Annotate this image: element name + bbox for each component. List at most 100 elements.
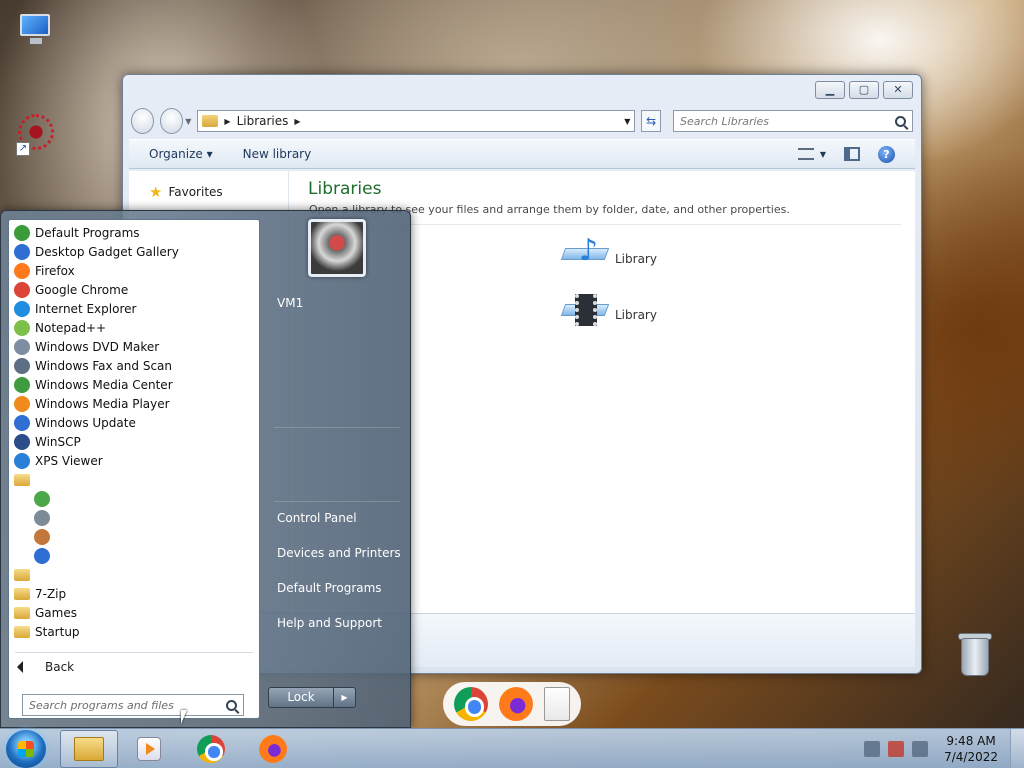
lock-button[interactable]: Lock [268,687,334,708]
lock-button-group: Lock ▶ [268,687,356,708]
refresh-button[interactable]: ⇆ [641,110,661,132]
breadcrumb-arrow-icon[interactable]: ▶ [224,117,230,126]
recent-pages-dropdown[interactable]: ▼ [185,117,191,126]
program-item[interactable]: WinSCP [9,432,259,451]
close-button[interactable]: ✕ [883,81,913,99]
default-programs-link[interactable]: Default Programs [277,581,382,595]
address-dropdown-icon[interactable]: ▼ [624,117,630,126]
search-icon[interactable] [226,699,237,711]
program-item[interactable]: Windows Fax and Scan [9,356,259,375]
library-item-music[interactable]: ♪ Library [560,236,657,282]
program-item[interactable] [9,489,259,508]
taskbar-chrome[interactable] [182,730,240,768]
program-item[interactable] [9,508,259,527]
computer-desktop-icon[interactable] [14,8,58,52]
folder-icon [14,587,30,600]
notepad-plus-icon [14,319,30,336]
all-programs-pane: Default Programs Desktop Gadget Gallery Fi… [8,219,260,719]
program-item[interactable]: Games [9,603,259,622]
user-accounts-icon [34,528,50,545]
firefox-icon [259,735,287,763]
program-item[interactable]: XPS Viewer [9,451,259,470]
firefox-icon[interactable] [498,687,533,721]
breadcrumb-arrow-icon[interactable]: ▶ [294,117,300,126]
show-desktop-button[interactable] [1010,729,1024,768]
program-item[interactable]: Windows Update [9,413,259,432]
view-dropdown-icon[interactable]: ▼ [820,150,826,159]
change-view-icon[interactable] [797,148,814,160]
libraries-folder-icon [202,115,219,127]
network-icon[interactable] [864,741,880,757]
program-item[interactable]: Firefox [9,261,259,280]
explorer-search [673,110,913,132]
program-item[interactable]: Windows Media Player [9,394,259,413]
command-bar: Organize ▾ New library ▼ ? [129,139,915,169]
back-button[interactable]: Back [17,660,74,674]
recycle-bin-icon[interactable] [956,630,994,678]
library-item-videos[interactable]: Library [560,292,657,338]
dvd-maker-icon [14,338,30,355]
program-label: Notepad++ [35,320,107,335]
action-center-icon[interactable] [888,741,904,757]
usb-device-icon [34,509,50,526]
page-title: Libraries [308,179,382,199]
program-item[interactable] [9,527,259,546]
address-bar[interactable]: ▶ Libraries ▶ ▼ [197,110,636,132]
program-label: Firefox [35,263,75,278]
program-item[interactable]: Desktop Gadget Gallery [9,242,259,261]
volume-icon[interactable] [912,741,928,757]
program-item[interactable]: Windows DVD Maker [9,337,259,356]
document-icon[interactable] [543,687,570,721]
help-icon[interactable]: ? [878,145,895,163]
search-icon[interactable] [895,115,906,127]
program-item[interactable]: Default Programs [9,223,259,242]
program-item[interactable]: Google Chrome [9,280,259,299]
star-icon: ★ [149,183,163,201]
forward-nav-button[interactable] [160,108,184,134]
control-panel-link[interactable]: Control Panel [277,511,357,525]
program-item[interactable]: Notepad++ [9,318,259,337]
preview-pane-icon[interactable] [844,147,860,161]
taskbar-media-player[interactable] [120,730,178,768]
program-item[interactable]: Startup [9,622,259,641]
help-support-link[interactable]: Help and Support [277,616,382,630]
media-player-icon [137,737,161,761]
user-avatar[interactable] [308,219,366,277]
videos-library-icon [560,292,610,338]
monitor-icon [20,14,50,36]
program-label: 7-Zip [35,586,67,601]
maximize-button[interactable]: ▢ [849,81,879,99]
program-item[interactable]: Internet Explorer [9,299,259,318]
back-nav-button[interactable] [131,108,155,134]
program-label: Windows Media Center [35,377,173,392]
program-item[interactable]: 7-Zip [9,584,259,603]
user-name-link[interactable]: VM1 [277,296,303,310]
taskbar-firefox[interactable] [244,730,302,768]
floating-dock [443,682,581,726]
start-search [22,694,244,716]
chrome-icon[interactable] [454,687,489,721]
xps-viewer-icon [14,452,30,469]
program-label: Games [35,605,77,620]
start-search-input[interactable] [29,698,226,712]
minimize-button[interactable]: ▁ [815,81,845,99]
nav-item-favorites[interactable]: ★ Favorites [149,183,223,201]
program-item[interactable]: Windows Media Center [9,375,259,394]
devices-printers-link[interactable]: Devices and Printers [277,546,401,560]
program-item[interactable] [9,470,259,489]
new-library-button[interactable]: New library [243,147,312,161]
folder-icon [14,568,30,581]
shortcut-arrow-icon: ↗ [16,142,30,156]
media-player-icon [14,395,30,412]
taskbar: 9:48 AM 7/4/2022 [0,728,1024,768]
breadcrumb-libraries[interactable]: Libraries [237,114,289,128]
app-shortcut-desktop-icon[interactable]: ↗ [14,112,58,156]
program-item[interactable] [9,546,259,565]
explorer-search-input[interactable] [680,114,895,128]
start-button[interactable] [6,730,46,768]
organize-button[interactable]: Organize ▾ [149,147,213,161]
clock[interactable]: 9:48 AM 7/4/2022 [944,733,998,765]
taskbar-explorer[interactable] [60,730,118,768]
shutdown-options-arrow[interactable]: ▶ [334,687,356,708]
program-item[interactable] [9,565,259,584]
